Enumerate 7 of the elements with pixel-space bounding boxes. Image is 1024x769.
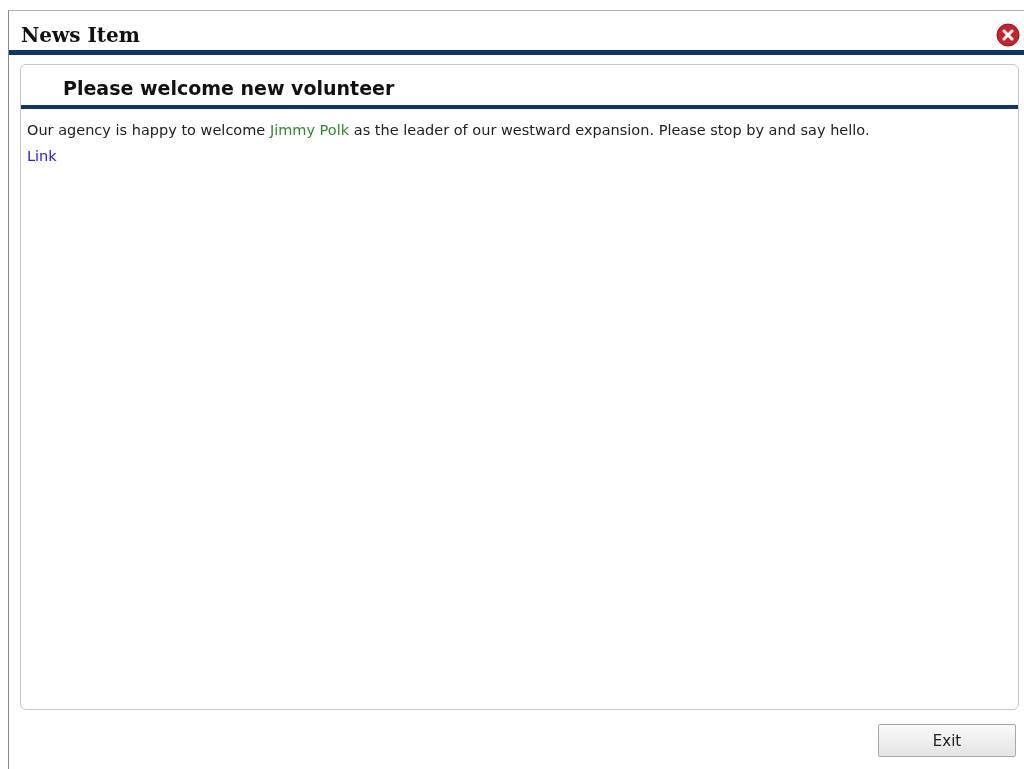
news-link[interactable]: Link bbox=[27, 148, 57, 164]
news-heading: Please welcome new volunteer bbox=[21, 65, 1018, 109]
exit-button[interactable]: Exit bbox=[878, 724, 1016, 757]
news-text: Our agency is happy to welcome Jimmy Polk as the leader of our westward expansion. Please stop by and say hello. bbox=[27, 121, 870, 140]
close-icon[interactable] bbox=[996, 22, 1020, 47]
window-title: News Item bbox=[21, 22, 140, 47]
name-link[interactable]: Jimmy Polk bbox=[269, 122, 350, 138]
